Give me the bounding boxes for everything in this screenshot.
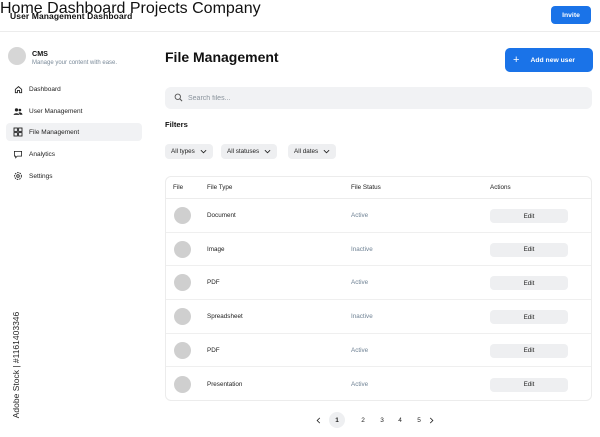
avatar — [8, 47, 26, 65]
file-type: Presentation — [207, 380, 243, 388]
sidebar-item-label: User Management — [29, 107, 83, 115]
filter-type-dropdown[interactable]: All types — [165, 144, 213, 159]
file-status: Active — [351, 279, 369, 287]
table-row: PDF Active Edit — [166, 334, 591, 368]
file-type: PDF — [207, 279, 220, 287]
add-new-user-button[interactable]: + Add new user — [505, 48, 593, 72]
file-type: Spreadsheet — [207, 313, 243, 321]
file-thumbnail — [174, 274, 191, 292]
sidebar-item-label: Analytics — [29, 150, 56, 158]
table-row: Presentation Active Edit — [166, 368, 591, 401]
app-title: User Management Dashboard — [10, 11, 133, 21]
page-5-button[interactable]: 5 — [411, 412, 427, 428]
file-status: Active — [351, 380, 369, 388]
edit-button[interactable]: Edit — [490, 310, 568, 325]
sidebar-item-file-management[interactable]: File Management — [6, 123, 142, 141]
column-header-file-status: File Status — [351, 184, 381, 191]
sidebar-item-dashboard[interactable]: Dashboard — [6, 80, 142, 98]
page-2-button[interactable]: 2 — [355, 412, 371, 428]
file-status: Active — [351, 212, 369, 219]
page-title: File Management — [165, 49, 279, 65]
filter-label: All dates — [294, 148, 319, 155]
chevron-down-icon — [200, 149, 207, 154]
gear-icon — [13, 171, 23, 181]
chat-icon — [13, 149, 23, 159]
chevron-down-icon — [323, 149, 330, 154]
file-thumbnail — [174, 375, 191, 393]
filter-label: All types — [171, 148, 195, 155]
nav-projects[interactable]: Projects — [130, 0, 188, 17]
filter-date-dropdown[interactable]: All dates — [288, 144, 337, 159]
file-status: Inactive — [351, 245, 373, 253]
home-icon — [13, 84, 23, 94]
users-icon — [13, 106, 23, 116]
file-type: PDF — [207, 346, 220, 354]
watermark-text: Adobe Stock | #1161403346 — [11, 311, 21, 419]
profile-subtitle: Manage your content with ease. — [32, 60, 118, 66]
table-row: Spreadsheet Inactive Edit — [166, 300, 591, 334]
plus-icon: + — [513, 53, 520, 66]
sidebar-item-user-management[interactable]: User Management — [6, 102, 142, 120]
page-4-button[interactable]: 4 — [392, 412, 408, 428]
invite-button[interactable]: Invite — [551, 6, 591, 24]
top-bar: User Management Dashboard Home Dashboard… — [0, 0, 600, 32]
edit-button[interactable]: Edit — [490, 343, 568, 358]
edit-button[interactable]: Edit — [490, 209, 568, 223]
column-header-file-type: File Type — [207, 184, 233, 191]
search-bar — [165, 87, 592, 109]
sidebar-item-analytics[interactable]: Analytics — [6, 145, 142, 163]
column-header-actions: Actions — [490, 184, 511, 191]
file-status: Inactive — [351, 313, 373, 321]
file-thumbnail — [174, 341, 191, 359]
file-type: Image — [207, 245, 225, 253]
file-thumbnail — [174, 240, 191, 258]
sidebar-item-settings[interactable]: Settings — [6, 167, 142, 185]
sidebar-item-label: Settings — [29, 172, 53, 180]
filter-label: All statuses — [227, 148, 260, 155]
page-3-button[interactable]: 3 — [374, 412, 390, 428]
page-1-button[interactable]: 1 — [329, 412, 345, 428]
file-grid-icon — [13, 127, 23, 137]
column-header-file: File — [173, 184, 184, 191]
search-input[interactable] — [188, 94, 568, 102]
table-row: PDF Active Edit — [166, 266, 591, 301]
add-new-user-label: Add new user — [530, 56, 576, 64]
files-table: File File Type File Status Actions Docum… — [165, 176, 592, 401]
chevron-left-icon[interactable] — [313, 412, 323, 428]
chevron-down-icon — [264, 149, 271, 154]
file-thumbnail — [174, 308, 191, 326]
profile-name: CMS — [32, 49, 48, 58]
file-status: Active — [351, 346, 369, 354]
edit-button[interactable]: Edit — [490, 377, 568, 392]
filter-status-dropdown[interactable]: All statuses — [221, 144, 278, 159]
table-row: Document Active Edit — [166, 199, 591, 233]
table-header: File File Type File Status Actions — [166, 177, 591, 199]
sidebar: CMS Manage your content with ease. Dashb… — [0, 33, 150, 437]
file-thumbnail — [174, 207, 191, 224]
chevron-right-icon[interactable] — [426, 412, 436, 428]
edit-button[interactable]: Edit — [490, 276, 568, 291]
table-row: Image Inactive Edit — [166, 233, 591, 267]
search-icon — [174, 89, 183, 107]
file-type: Document — [207, 212, 236, 219]
edit-button[interactable]: Edit — [490, 242, 568, 257]
sidebar-item-label: File Management — [29, 128, 80, 136]
nav-company[interactable]: Company — [192, 0, 260, 17]
filters-heading: Filters — [165, 120, 188, 129]
sidebar-item-label: Dashboard — [29, 85, 61, 93]
